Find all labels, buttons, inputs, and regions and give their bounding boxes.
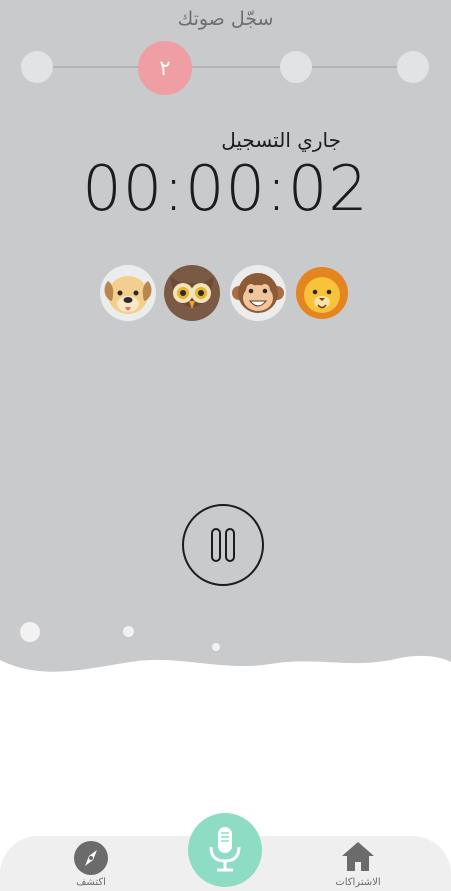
animal-list (100, 265, 352, 323)
recording-status: جاري التسجيل (221, 128, 341, 152)
dog-face-icon[interactable] (100, 265, 156, 321)
lion-face-icon[interactable] (294, 265, 350, 321)
page-title: سجّل صوتك (177, 8, 274, 30)
recording-panel: سجّل صوتك ٢ جاري التسجيل 00:00:02 (0, 0, 451, 700)
step-3[interactable] (280, 51, 312, 83)
pause-icon-bar (225, 528, 235, 562)
step-4[interactable] (397, 51, 429, 83)
step-2-active[interactable]: ٢ (138, 41, 192, 95)
recording-timer: 00:00:02 (82, 152, 369, 225)
pause-icon (211, 528, 221, 562)
pause-button[interactable] (182, 504, 264, 586)
wave-divider (0, 655, 451, 700)
step-1[interactable] (21, 51, 53, 83)
step-number: ٢ (159, 56, 171, 80)
monkey-face-icon[interactable] (230, 265, 286, 321)
owl-face-icon[interactable] (164, 265, 220, 321)
decor-dot (20, 622, 40, 642)
nav-explore-label: اكتشف (76, 877, 106, 888)
stepper-line (37, 66, 413, 68)
nav-explore[interactable]: اكتشف (46, 836, 136, 891)
home-icon (342, 842, 374, 871)
nav-subscriptions[interactable]: الاشتراكات (313, 836, 403, 891)
record-button[interactable] (188, 813, 262, 887)
microphone-icon (209, 827, 241, 872)
compass-icon (74, 841, 108, 875)
nav-subscriptions-label: الاشتراكات (335, 877, 381, 888)
decor-dot (123, 626, 134, 637)
